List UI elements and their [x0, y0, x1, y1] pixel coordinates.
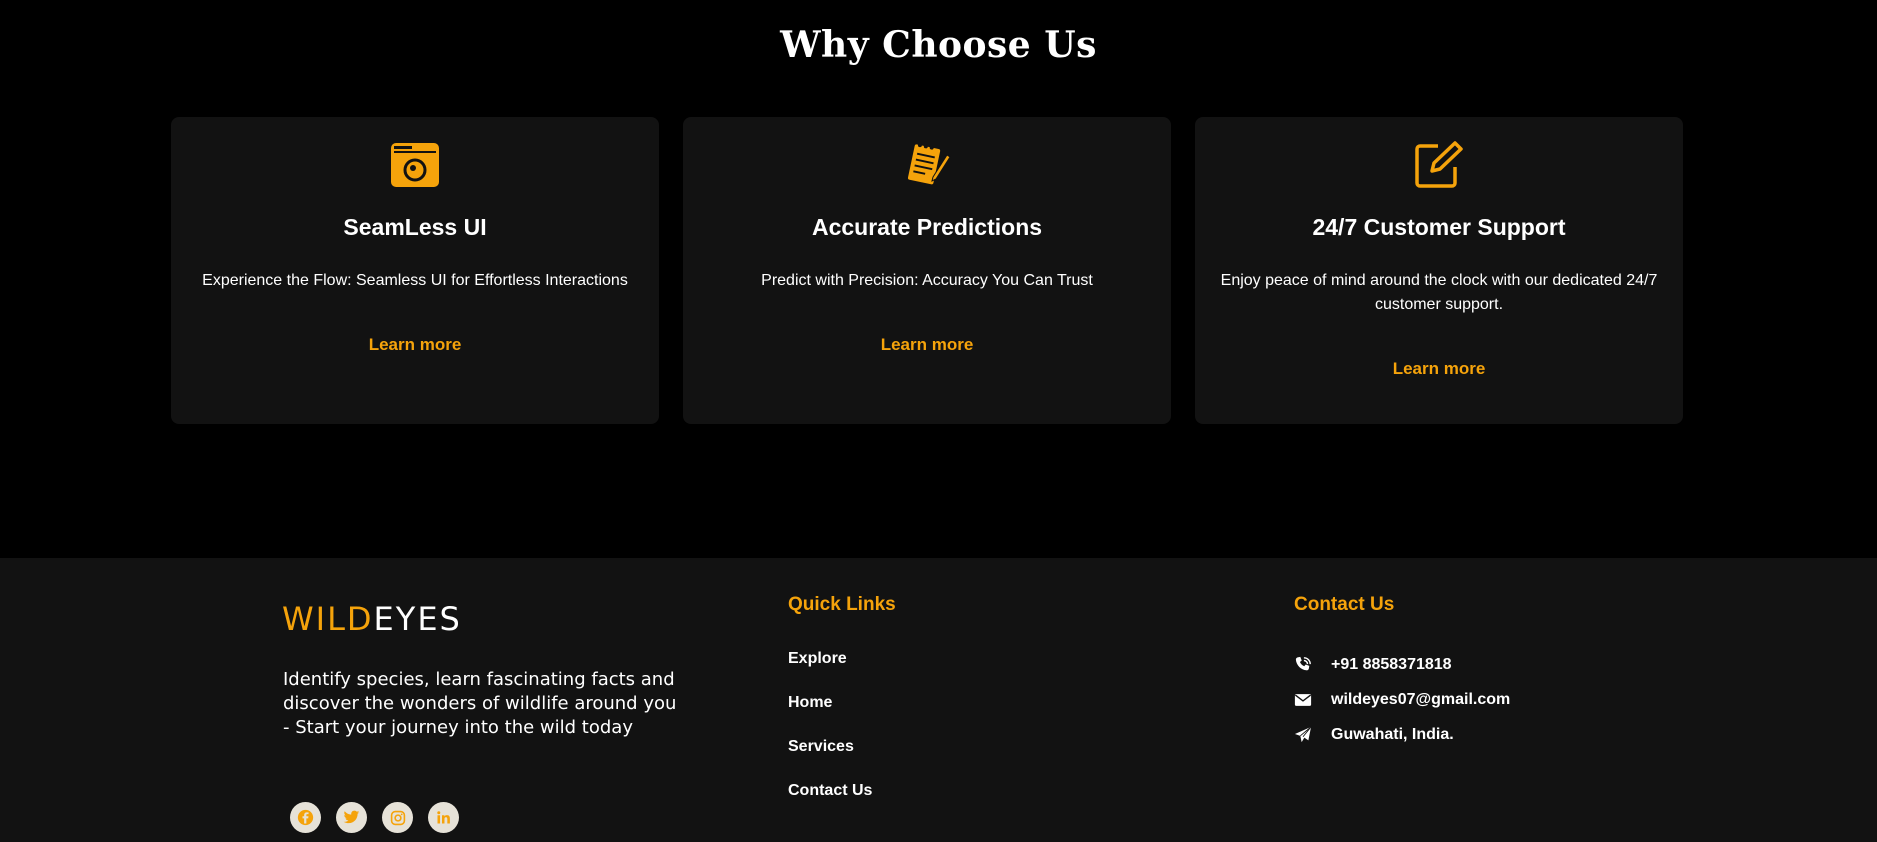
footer-tagline: Identify species, learn fascinating fact… — [283, 669, 677, 738]
linkedin-icon[interactable] — [428, 802, 459, 833]
contact-item-email: wildeyes07@gmail.com — [1294, 682, 1510, 717]
list-item: Explore — [788, 650, 872, 694]
list-item: Home — [788, 694, 872, 738]
facebook-icon[interactable] — [290, 802, 321, 833]
learn-more-link[interactable]: Learn more — [683, 335, 1171, 355]
paper-plane-icon — [1294, 726, 1314, 744]
camera-icon — [389, 141, 441, 189]
why-choose-us-section: Why Choose Us SeamLess UI Experience the… — [0, 0, 1877, 558]
footer-link-explore[interactable]: Explore — [788, 650, 847, 667]
footer-link-services[interactable]: Services — [788, 738, 854, 755]
logo-wild: WILD — [282, 600, 374, 638]
logo[interactable]: WILDEYES — [282, 600, 462, 638]
list-item: Services — [788, 738, 872, 782]
phone-icon — [1294, 656, 1314, 674]
feature-card-seamless-ui: SeamLess UI Experience the Flow: Seamles… — [171, 117, 659, 424]
twitter-icon[interactable] — [336, 802, 367, 833]
learn-more-link[interactable]: Learn more — [171, 335, 659, 355]
contact-phone[interactable]: +91 8858371818 — [1331, 656, 1452, 674]
social-links — [290, 802, 459, 833]
footer-link-home[interactable]: Home — [788, 694, 832, 711]
footer-link-contact-us[interactable]: Contact Us — [788, 782, 872, 799]
card-title: SeamLess UI — [343, 214, 487, 240]
logo-eyes: EYES — [373, 600, 462, 638]
feature-card-customer-support: 24/7 Customer Support Enjoy peace of min… — [1195, 117, 1683, 424]
contact-us-heading: Contact Us — [1294, 594, 1395, 615]
contact-email[interactable]: wildeyes07@gmail.com — [1331, 691, 1510, 709]
site-footer: WILDEYES Identify species, learn fascina… — [0, 558, 1877, 842]
edit-icon — [1413, 141, 1465, 189]
contact-item-phone: +91 8858371818 — [1294, 647, 1510, 682]
quick-links-list: Explore Home Services Contact Us — [788, 650, 872, 826]
quick-links-heading: Quick Links — [788, 594, 896, 615]
card-title: 24/7 Customer Support — [1312, 214, 1566, 240]
card-description: Enjoy peace of mind around the clock wit… — [1220, 272, 1658, 313]
notepad-pencil-icon — [901, 141, 953, 189]
contact-list: +91 8858371818 wildeyes07@gmail.com Guwa… — [1294, 647, 1510, 752]
card-title: Accurate Predictions — [811, 214, 1043, 240]
section-title: Why Choose Us — [780, 24, 1097, 66]
card-description: Experience the Flow: Seamless UI for Eff… — [202, 272, 628, 289]
list-item: Contact Us — [788, 782, 872, 826]
instagram-icon[interactable] — [382, 802, 413, 833]
envelope-icon — [1294, 691, 1314, 709]
contact-location: Guwahati, India. — [1331, 725, 1454, 743]
feature-card-accurate-predictions: Accurate Predictions Predict with Precis… — [683, 117, 1171, 424]
learn-more-link[interactable]: Learn more — [1195, 359, 1683, 379]
card-description: Predict with Precision: Accuracy You Can… — [761, 272, 1093, 289]
contact-item-location: Guwahati, India. — [1294, 717, 1510, 752]
